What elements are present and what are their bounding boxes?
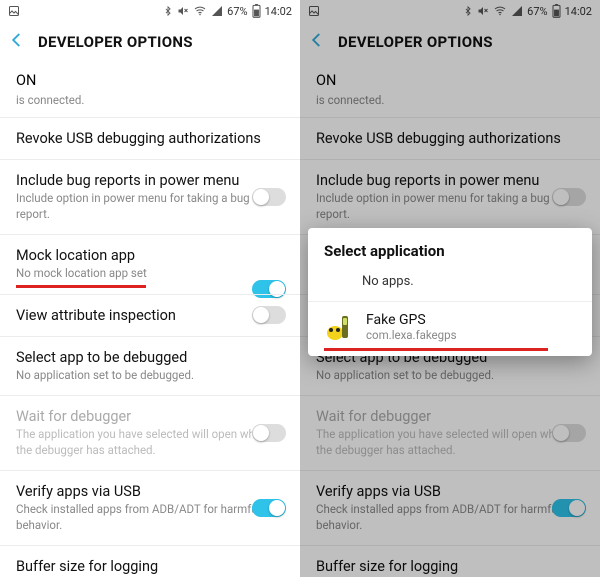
revoke-usb-label: Revoke USB debugging authorizations <box>316 130 584 147</box>
annotation-underline <box>324 348 548 351</box>
verify-usb-label: Verify apps via USB <box>16 483 284 500</box>
on-label: ON <box>316 72 336 89</box>
wait-debugger-label: Wait for debugger <box>16 408 284 425</box>
bug-reports-sub: Include option in power menu for taking … <box>16 191 284 222</box>
status-bar: 67% 14:02 <box>300 0 600 22</box>
bug-reports-row[interactable]: Include bug reports in power menu Includ… <box>0 160 300 235</box>
verify-usb-row[interactable]: Verify apps via USB Check installed apps… <box>300 471 600 546</box>
wait-debugger-label: Wait for debugger <box>316 408 584 425</box>
image-icon <box>8 5 20 17</box>
buffer-size-label: Buffer size for logging <box>316 558 584 575</box>
on-label: ON <box>16 72 36 89</box>
clock: 14:02 <box>565 5 592 18</box>
annotation-underline <box>16 285 146 288</box>
view-attribute-label: View attribute inspection <box>16 307 284 324</box>
wait-debugger-row: Wait for debugger The application you ha… <box>300 396 600 471</box>
verify-usb-sub: Check installed apps from ADB/ADT for ha… <box>316 502 584 533</box>
mute-icon <box>477 5 489 17</box>
battery-icon <box>552 4 561 18</box>
left-panel: 67% 14:02 DEVELOPER OPTIONS ON is connec… <box>0 0 300 577</box>
buffer-size-label: Buffer size for logging <box>16 558 284 575</box>
wait-debugger-toggle <box>252 424 286 442</box>
verify-usb-toggle[interactable] <box>252 499 286 517</box>
status-bar: 67% 14:02 <box>0 0 300 22</box>
dialog-app-item[interactable]: Fake GPS com.lexa.fakegps <box>308 302 592 356</box>
revoke-usb-row[interactable]: Revoke USB debugging authorizations <box>300 118 600 160</box>
wifi-icon <box>193 5 207 17</box>
battery-pct: 67% <box>227 5 247 18</box>
buffer-size-row[interactable]: Buffer size for logging 256K per log buf… <box>0 546 300 577</box>
battery-pct: 67% <box>527 5 547 18</box>
dialog-no-apps[interactable]: No apps. <box>308 264 592 301</box>
revoke-usb-label: Revoke USB debugging authorizations <box>16 130 284 147</box>
back-icon[interactable] <box>308 31 326 53</box>
select-debug-app-row[interactable]: Select app to be debugged No application… <box>0 337 300 397</box>
mock-location-row[interactable]: Mock location app No mock location app s… <box>0 235 300 295</box>
wait-debugger-sub: The application you have selected will o… <box>316 427 584 458</box>
wait-debugger-row: Wait for debugger The application you ha… <box>0 396 300 471</box>
verify-usb-sub: Check installed apps from ADB/ADT for ha… <box>16 502 284 533</box>
master-switch-row[interactable]: ON <box>300 62 600 93</box>
on-subtext: is connected. <box>300 93 600 118</box>
bug-reports-label: Include bug reports in power menu <box>316 172 584 189</box>
mute-icon <box>177 5 189 17</box>
clock: 14:02 <box>265 5 292 18</box>
dialog-app-package: com.lexa.fakegps <box>366 328 457 342</box>
verify-usb-row[interactable]: Verify apps via USB Check installed apps… <box>0 471 300 546</box>
view-attribute-row[interactable]: View attribute inspection <box>0 295 300 337</box>
bug-reports-toggle[interactable] <box>252 188 286 206</box>
bug-reports-label: Include bug reports in power menu <box>16 172 284 189</box>
page-title: DEVELOPER OPTIONS <box>338 33 493 51</box>
app-icon <box>324 312 354 342</box>
title-bar: DEVELOPER OPTIONS <box>300 22 600 62</box>
page-title: DEVELOPER OPTIONS <box>38 33 193 51</box>
verify-usb-toggle[interactable] <box>552 499 586 517</box>
bug-reports-toggle[interactable] <box>552 188 586 206</box>
bug-reports-row[interactable]: Include bug reports in power menu Includ… <box>300 160 600 235</box>
title-bar: DEVELOPER OPTIONS <box>0 22 300 62</box>
on-subtext: is connected. <box>0 93 300 118</box>
wifi-icon <box>493 5 507 17</box>
bluetooth-icon <box>163 5 173 17</box>
image-icon <box>308 5 320 17</box>
dialog-app-name: Fake GPS <box>366 312 457 328</box>
mock-location-label: Mock location app <box>16 247 284 264</box>
master-switch-row[interactable]: ON <box>0 62 300 93</box>
revoke-usb-row[interactable]: Revoke USB debugging authorizations <box>0 118 300 160</box>
right-panel: 67% 14:02 DEVELOPER OPTIONS ON is connec… <box>300 0 600 577</box>
bug-reports-sub: Include option in power menu for taking … <box>316 191 584 222</box>
bluetooth-icon <box>463 5 473 17</box>
wait-debugger-sub: The application you have selected will o… <box>16 427 284 458</box>
select-debug-sub: No application set to be debugged. <box>16 368 284 384</box>
verify-usb-label: Verify apps via USB <box>316 483 584 500</box>
back-icon[interactable] <box>8 31 26 53</box>
signal-icon <box>211 5 223 17</box>
signal-icon <box>511 5 523 17</box>
wait-debugger-toggle <box>552 424 586 442</box>
view-attribute-toggle[interactable] <box>252 306 286 324</box>
battery-icon <box>252 4 261 18</box>
dialog-title: Select application <box>308 228 592 264</box>
mock-location-sub: No mock location app set <box>16 266 284 282</box>
select-debug-sub: No application set to be debugged. <box>316 368 584 384</box>
buffer-size-row[interactable]: Buffer size for logging 256K per log buf… <box>300 546 600 577</box>
select-debug-label: Select app to be debugged <box>16 349 284 366</box>
select-application-dialog: Select application No apps. Fake GPS com… <box>308 228 592 356</box>
